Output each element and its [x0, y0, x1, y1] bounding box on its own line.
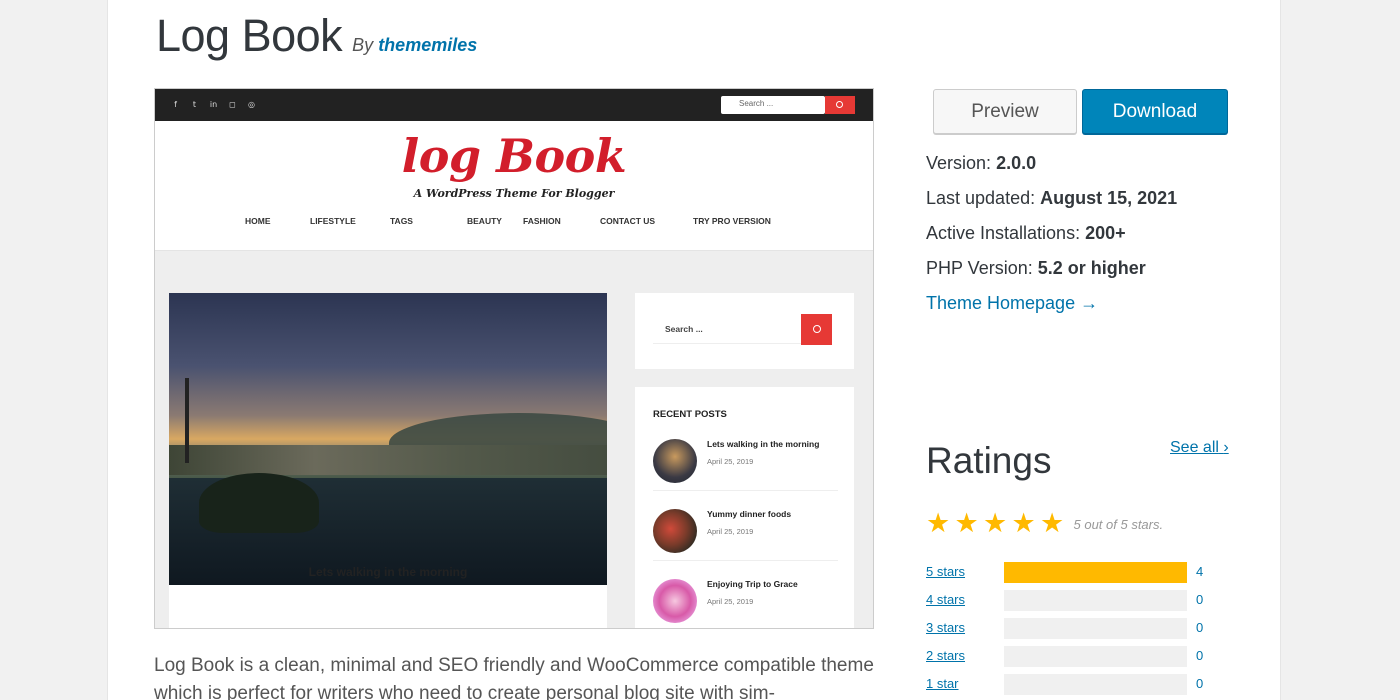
nav-item: CONTACT US [600, 216, 656, 226]
updated-value: August 15, 2021 [1040, 188, 1178, 208]
recent-post-item: Lets walking in the morning April 25, 20… [653, 431, 838, 491]
rating-row-2[interactable]: 2 stars 0 [926, 645, 1226, 673]
theme-homepage-link[interactable]: Theme Homepage → [926, 293, 1098, 313]
star-rating: ★ ★ ★ ★ ★ 5 out of 5 stars. [926, 510, 1163, 538]
search-icon [825, 96, 855, 114]
ratings-heading: Ratings [926, 440, 1052, 481]
rating-label[interactable]: 2 stars [926, 648, 965, 663]
php-value: 5.2 or higher [1037, 258, 1146, 278]
sidebar-search-widget: Search ... [635, 293, 854, 369]
download-button[interactable]: Download [1082, 89, 1228, 134]
php-row: PHP Version: 5.2 or higher [926, 258, 1146, 278]
rating-breakdown: 5 stars 4 4 stars 0 3 stars 0 2 stars 0 … [926, 561, 1226, 700]
post-thumbnail [653, 439, 697, 483]
twitter-icon: t [192, 100, 197, 109]
rating-row-1[interactable]: 1 star 0 [926, 673, 1226, 700]
rating-label[interactable]: 1 star [926, 676, 959, 691]
rating-bar [1004, 590, 1187, 611]
rating-bar [1004, 646, 1187, 667]
version-value: 2.0.0 [996, 153, 1037, 173]
see-all-ratings-link[interactable]: See all › [1170, 439, 1229, 457]
theme-page: Log Book By thememiles f t in ◻ ◎ Search… [107, 0, 1281, 700]
nav-item: TAGS [390, 216, 413, 226]
screenshot-content: Lets walking in the morning Search ... R… [155, 251, 873, 628]
installs-row: Active Installations: 200+ [926, 223, 1126, 243]
author-link[interactable]: thememiles [378, 35, 477, 55]
star-icon: ★ [926, 508, 951, 539]
screenshot-nav: HOME LIFESTYLE TAGS BEAUTY FASHION CONTA… [245, 216, 771, 226]
screenshot-top-bar: f t in ◻ ◎ Search ... [155, 89, 873, 121]
rating-label[interactable]: 5 stars [926, 564, 965, 579]
by-label: By [352, 35, 374, 55]
instagram-icon: ◻ [229, 100, 236, 109]
preview-button[interactable]: Preview [933, 89, 1077, 134]
rating-bar [1004, 562, 1187, 583]
screenshot-search-field: Search ... [721, 96, 825, 114]
rating-summary: 5 out of 5 stars. [1073, 516, 1164, 532]
version-row: Version: 2.0.0 [926, 153, 1037, 173]
byline: By thememiles [352, 35, 477, 56]
pinterest-icon: ◎ [248, 100, 255, 109]
page-title: Log Book [156, 10, 343, 61]
theme-logo: log Book [401, 129, 627, 183]
installs-value: 200+ [1085, 223, 1126, 243]
screenshot-header: log Book A WordPress Theme For Blogger H… [155, 121, 873, 251]
star-icon: ★ [954, 508, 979, 539]
rating-count: 0 [1196, 592, 1204, 607]
recent-posts-heading: RECENT POSTS [653, 409, 727, 420]
title-row: Log Book By thememiles [156, 10, 477, 62]
rating-label[interactable]: 4 stars [926, 592, 965, 607]
recent-post-item: Enjoying Trip to Grace April 25, 2019 [653, 571, 838, 628]
star-icon: ★ [983, 508, 1008, 539]
rating-bar [1004, 674, 1187, 695]
theme-tagline: A WordPress Theme For Blogger [413, 187, 615, 200]
rating-row-4[interactable]: 4 stars 0 [926, 589, 1226, 617]
rating-count: 0 [1196, 620, 1204, 635]
featured-post-image [169, 293, 607, 585]
rating-count: 0 [1196, 648, 1204, 663]
rating-count: 4 [1196, 564, 1204, 579]
facebook-icon: f [174, 100, 177, 109]
nav-item: TRY PRO VERSION [693, 216, 771, 226]
nav-item: FASHION [523, 216, 561, 226]
nav-item: BEAUTY [467, 216, 502, 226]
updated-row: Last updated: August 15, 2021 [926, 188, 1178, 208]
rating-row-5[interactable]: 5 stars 4 [926, 561, 1226, 589]
nav-item: HOME [245, 216, 271, 226]
star-icon: ★ [1040, 508, 1065, 539]
rating-bar [1004, 618, 1187, 639]
theme-screenshot: f t in ◻ ◎ Search ... log Book A WordPre… [154, 88, 874, 629]
featured-post-title: Lets walking in the morning [308, 565, 468, 579]
post-thumbnail [653, 509, 697, 553]
social-icons: f t in ◻ ◎ [171, 100, 256, 109]
post-thumbnail [653, 579, 697, 623]
rating-count: 0 [1196, 676, 1204, 691]
linkedin-icon: in [209, 100, 218, 109]
recent-post-item: Yummy dinner foods April 25, 2019 [653, 501, 838, 561]
chevron-right-icon: › [1223, 439, 1229, 456]
theme-meta: Version: 2.0.0 Last updated: August 15, … [926, 153, 1177, 328]
star-icon: ★ [1011, 508, 1036, 539]
search-icon [801, 314, 832, 345]
nav-item: LIFESTYLE [310, 216, 356, 226]
rating-label[interactable]: 3 stars [926, 620, 965, 635]
theme-description: Log Book is a clean, minimal and SEO fri… [154, 655, 874, 700]
rating-row-3[interactable]: 3 stars 0 [926, 617, 1226, 645]
recent-posts-widget: RECENT POSTS Lets walking in the morning… [635, 387, 854, 628]
